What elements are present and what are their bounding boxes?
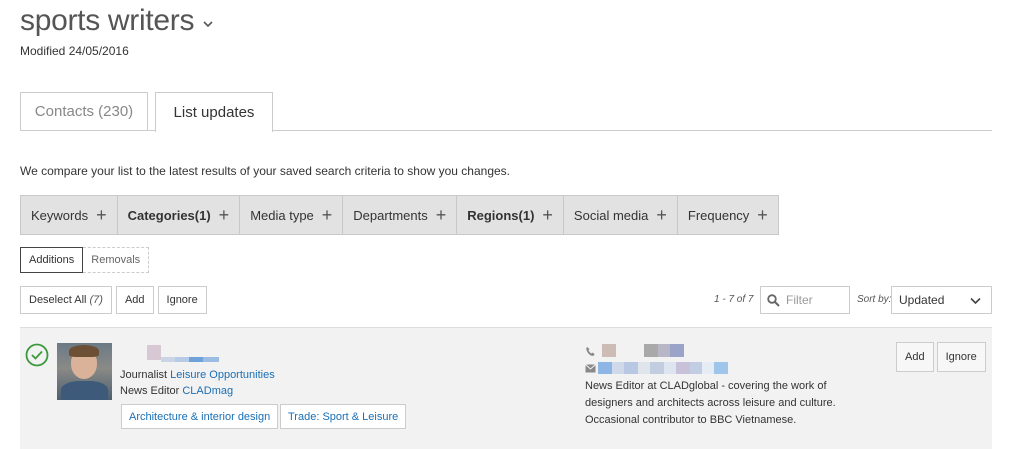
- selected-count: (7): [89, 294, 103, 306]
- avatar: [57, 343, 112, 400]
- row-actions: Add Ignore: [896, 342, 986, 372]
- job-title-1: Journalist Leisure Opportunities: [120, 369, 275, 381]
- additions-button[interactable]: Additions: [20, 247, 84, 273]
- email-icon: [585, 364, 596, 373]
- deselect-all-label: Deselect All: [29, 294, 87, 306]
- phone-icon: [586, 347, 595, 356]
- plus-icon: +: [218, 205, 230, 225]
- outlet-link-cladmag[interactable]: CLADmag: [182, 385, 233, 397]
- pagination-info: 1 - 7 of 7: [714, 294, 754, 305]
- redacted-email: [598, 362, 728, 374]
- tab-contacts[interactable]: Contacts (230): [20, 92, 148, 130]
- filter-box[interactable]: [760, 286, 850, 314]
- redacted-phone: [602, 344, 684, 357]
- avatar-hair: [69, 345, 99, 357]
- plus-icon: +: [96, 205, 107, 225]
- filter-label: Categories(1): [127, 207, 211, 223]
- additions-removals-toggle: Additions Removals: [20, 247, 150, 273]
- role-prefix: News Editor: [120, 385, 180, 397]
- job-title-2: News Editor CLADmag: [120, 385, 233, 397]
- filter-label: Departments: [353, 207, 428, 223]
- page-title: sports writers: [20, 4, 195, 37]
- sort-label: Sort by:: [857, 294, 892, 305]
- row-add-button[interactable]: Add: [896, 342, 934, 372]
- chevron-down-icon: [203, 21, 213, 28]
- outlet-link-leisure-opportunities[interactable]: Leisure Opportunities: [170, 369, 275, 381]
- tag-architecture-interior-design[interactable]: Architecture & interior design: [121, 404, 279, 429]
- avatar-body: [61, 381, 108, 400]
- plus-icon: +: [656, 205, 667, 225]
- chevron-down-icon: [970, 297, 981, 305]
- sort-value: Updated: [899, 293, 945, 307]
- filter-label: Regions(1): [467, 207, 535, 223]
- row-ignore-button[interactable]: Ignore: [936, 342, 986, 372]
- filter-label: Media type: [250, 207, 314, 223]
- check-circle-icon[interactable]: [25, 343, 49, 367]
- plus-icon: +: [757, 205, 768, 225]
- list-title-dropdown[interactable]: sports writers: [20, 4, 214, 38]
- list-updates-description: We compare your list to the latest resul…: [20, 164, 511, 178]
- tag-trade-sport-leisure[interactable]: Trade: Sport & Leisure: [280, 404, 407, 429]
- filter-frequency[interactable]: Frequency +: [678, 196, 778, 234]
- plus-icon: +: [435, 205, 447, 225]
- contact-row: Journalist Leisure Opportunities News Ed…: [20, 327, 992, 449]
- modified-date: Modified 24/05/2016: [20, 44, 129, 58]
- search-icon: [767, 293, 780, 307]
- bulk-actions: Deselect All (7) Add Ignore: [20, 286, 207, 314]
- sort-select[interactable]: Updated: [891, 286, 992, 314]
- filter-media-type[interactable]: Media type +: [240, 196, 344, 234]
- tab-bar: Contacts (230) List updates: [20, 92, 992, 132]
- deselect-all-button[interactable]: Deselect All (7): [20, 286, 112, 314]
- tab-list-updates[interactable]: List updates: [155, 92, 273, 132]
- filter-input[interactable]: [786, 293, 846, 307]
- filter-categories[interactable]: Categories(1) +: [118, 196, 241, 234]
- filter-label: Frequency: [687, 207, 750, 223]
- filter-regions[interactable]: Regions(1) +: [457, 196, 564, 234]
- plus-icon: +: [321, 205, 333, 225]
- plus-icon: +: [542, 205, 553, 225]
- filter-social-media[interactable]: Social media +: [564, 196, 678, 234]
- add-button[interactable]: Add: [115, 286, 154, 314]
- filter-bar: Keywords + Categories(1) + Media type + Dep…: [20, 195, 779, 235]
- filter-label: Keywords: [31, 207, 89, 223]
- ignore-button[interactable]: Ignore: [157, 286, 207, 314]
- redacted-name-underline: [161, 357, 219, 362]
- filter-label: Social media: [573, 207, 649, 223]
- filter-keywords[interactable]: Keywords +: [21, 196, 118, 234]
- filter-departments[interactable]: Departments +: [343, 196, 458, 234]
- removals-button[interactable]: Removals: [83, 247, 150, 273]
- role-prefix: Journalist: [120, 369, 168, 381]
- contact-bio: News Editor at CLADglobal - covering the…: [585, 380, 836, 426]
